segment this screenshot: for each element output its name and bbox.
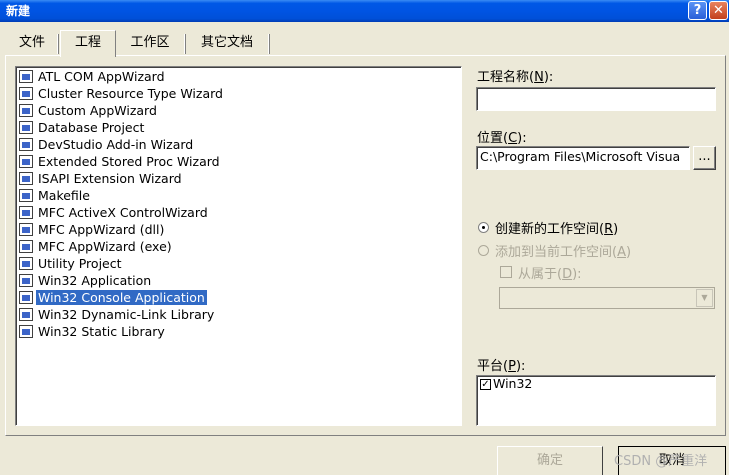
help-icon: ? xyxy=(693,3,702,18)
list-item[interactable]: Win32 Static Library xyxy=(19,324,167,340)
platform-checkbox[interactable]: ✓ xyxy=(480,379,491,390)
tab-projects[interactable]: 工程 xyxy=(60,30,116,57)
title-bar[interactable]: 新建 ? ✕ xyxy=(0,0,729,22)
isapi-icon xyxy=(19,172,33,185)
platform-item-label: Win32 xyxy=(493,376,533,391)
dll-icon xyxy=(19,308,33,321)
static-lib-icon xyxy=(19,325,33,338)
console-app-icon xyxy=(19,291,33,304)
wizard-icon xyxy=(19,104,33,117)
list-item[interactable]: Database Project xyxy=(19,120,146,136)
window-title: 新建 xyxy=(6,4,31,18)
add-to-workspace-label: 添加到当前工作空间(A) xyxy=(495,245,632,260)
browse-button[interactable]: ... xyxy=(693,146,716,170)
list-item[interactable]: Win32 Application xyxy=(19,273,153,289)
atl-icon xyxy=(19,70,33,83)
list-item[interactable]: ISAPI Extension Wizard xyxy=(19,171,184,187)
list-item[interactable]: Makefile xyxy=(19,188,92,204)
location-label: 位置(C): xyxy=(477,131,527,146)
location-input[interactable]: C:\Program Files\Microsoft Visua xyxy=(476,146,690,170)
add-to-workspace-radio[interactable] xyxy=(478,245,489,256)
tab-divider xyxy=(184,34,186,54)
close-button[interactable]: ✕ xyxy=(709,1,728,20)
addin-icon xyxy=(19,138,33,151)
list-item[interactable]: ATL COM AppWizard xyxy=(19,69,167,85)
list-item[interactable]: Cluster Resource Type Wizard xyxy=(19,86,225,102)
activex-icon xyxy=(19,206,33,219)
tab-other-documents[interactable]: 其它文档 xyxy=(188,31,266,55)
database-icon xyxy=(19,121,33,134)
list-item[interactable]: MFC AppWizard (exe) xyxy=(19,239,174,255)
dependency-select[interactable]: ▼ xyxy=(499,287,715,309)
chevron-down-icon[interactable]: ▼ xyxy=(696,289,713,307)
watermark: CSDN @严重洋 xyxy=(614,454,708,469)
list-item[interactable]: Extended Stored Proc Wizard xyxy=(19,154,222,170)
platform-label: 平台(P): xyxy=(477,359,526,374)
list-item[interactable]: MFC AppWizard (dll) xyxy=(19,222,166,238)
tab-workspaces[interactable]: 工作区 xyxy=(118,31,182,55)
create-workspace-radio[interactable] xyxy=(478,222,489,233)
project-name-input[interactable] xyxy=(476,87,716,111)
makefile-icon xyxy=(19,189,33,202)
project-type-list[interactable]: ATL COM AppWizard Cluster Resource Type … xyxy=(15,66,462,426)
tab-divider xyxy=(57,34,59,54)
mfc-dll-icon xyxy=(19,223,33,236)
tab-divider xyxy=(268,34,270,54)
tab-files[interactable]: 文件 xyxy=(9,31,55,55)
win32-app-icon xyxy=(19,274,33,287)
mfc-exe-icon xyxy=(19,240,33,253)
create-workspace-label: 创建新的工作空间(R) xyxy=(495,222,619,237)
dependency-checkbox[interactable] xyxy=(500,266,512,278)
list-item-selected[interactable]: Win32 Console Application xyxy=(19,290,207,306)
cluster-icon xyxy=(19,87,33,100)
list-item[interactable]: Utility Project xyxy=(19,256,124,272)
close-icon: ✕ xyxy=(713,3,724,18)
list-item[interactable]: Custom AppWizard xyxy=(19,103,159,119)
platform-list[interactable]: ✓ Win32 xyxy=(476,375,716,426)
list-item[interactable]: MFC ActiveX ControlWizard xyxy=(19,205,210,221)
ok-button[interactable]: 确定 xyxy=(497,446,603,475)
utility-icon xyxy=(19,257,33,270)
dependency-label: 从属于(D): xyxy=(518,267,582,282)
list-item[interactable]: Win32 Dynamic-Link Library xyxy=(19,307,216,323)
list-item[interactable]: DevStudio Add-in Wizard xyxy=(19,137,195,153)
help-button[interactable]: ? xyxy=(688,1,707,20)
project-name-label: 工程名称(N): xyxy=(477,70,554,85)
stored-proc-icon xyxy=(19,155,33,168)
